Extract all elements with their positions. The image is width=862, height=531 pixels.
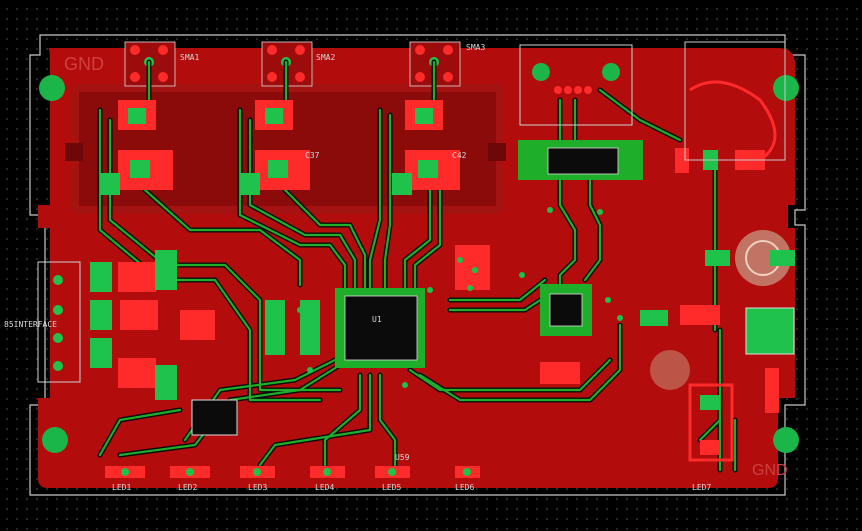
- label-sma1: SMA1: [180, 53, 199, 62]
- label-led-3: LED4: [315, 483, 334, 492]
- sma-connectors: [124, 41, 461, 87]
- label-u59: U59: [395, 453, 410, 462]
- label-sma2: SMA2: [316, 53, 335, 62]
- qfn-chip: [540, 284, 592, 336]
- pcb-layout-canvas[interactable]: SMA1 SMA2 SMA3 GND GND 85INTERFACE U1 U5…: [0, 0, 862, 531]
- label-led-6: LED7: [692, 483, 711, 492]
- label-led-5: LED6: [455, 483, 474, 492]
- label-led-2: LED3: [248, 483, 267, 492]
- label-led-1: LED2: [178, 483, 197, 492]
- label-gnd-top: GND: [64, 54, 104, 74]
- label-led-4: LED5: [382, 483, 401, 492]
- label-c42: C42: [452, 151, 467, 160]
- label-gnd-bottom: GND: [752, 462, 788, 479]
- label-led-0: LED1: [112, 483, 131, 492]
- label-interface: 85INTERFACE: [4, 320, 57, 329]
- label-sma3: SMA3: [466, 43, 485, 52]
- label-u1: U1: [372, 315, 382, 324]
- mcu-u1: [335, 288, 425, 368]
- label-c37: C37: [305, 151, 320, 160]
- pcb-board-svg: SMA1 SMA2 SMA3 GND GND 85INTERFACE U1 U5…: [4, 34, 806, 496]
